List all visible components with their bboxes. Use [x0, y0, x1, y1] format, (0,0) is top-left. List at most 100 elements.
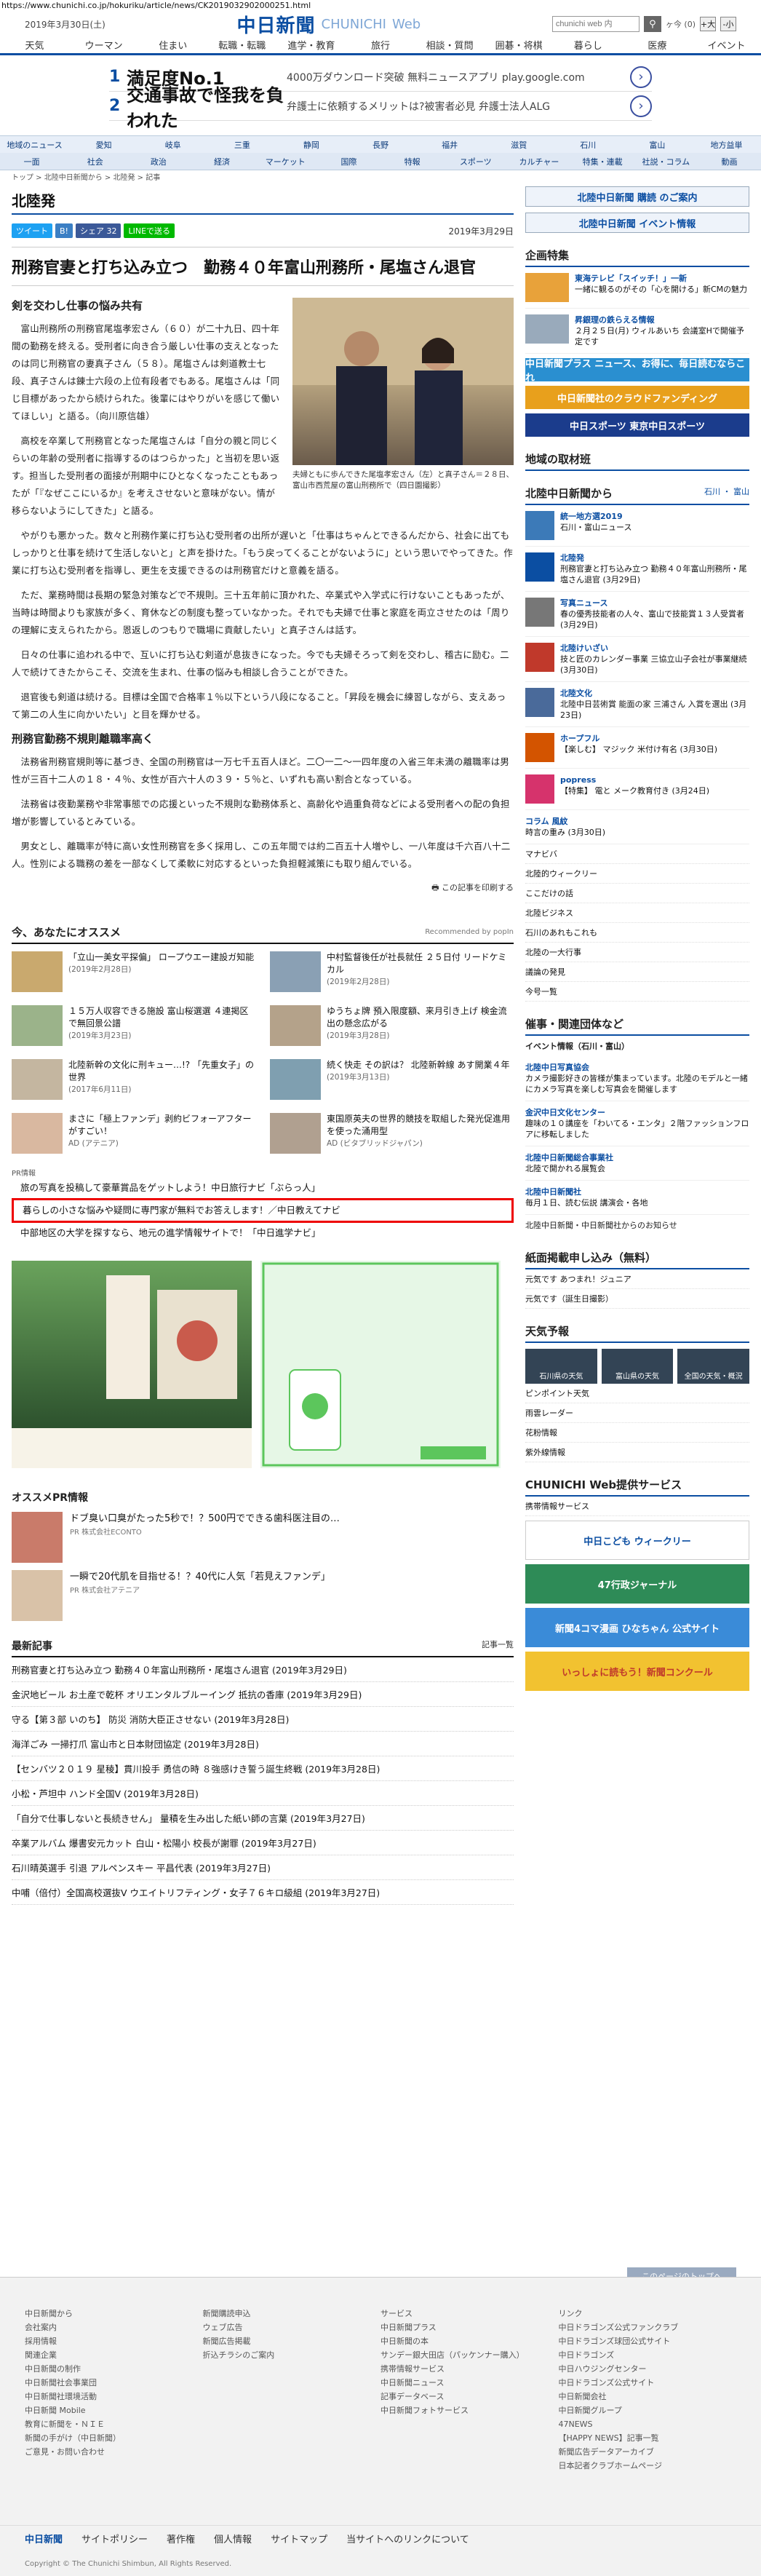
nav-item-0[interactable]: 天気 [0, 38, 69, 52]
category-nav-item-10[interactable]: 社説・コラム [634, 156, 698, 167]
shimen-link[interactable]: 元気です（誕生日撮影） [525, 1289, 749, 1309]
latest-item[interactable]: 金沢地ビール お土産で乾杯 オリエンタルブルーイング 抵抗の香庫 (2019年3… [12, 1682, 514, 1707]
footer-link[interactable]: 中日新聞の本 [380, 2334, 559, 2348]
footer-link[interactable]: 教育に新聞を・ＮＩＥ [25, 2417, 203, 2431]
footer-link[interactable]: 携帯情報サービス [380, 2362, 559, 2376]
latest-item[interactable]: 守る【第３部 いのち】 防災 消防大臣正させない (2019年3月28日) [12, 1707, 514, 1732]
shimen-link[interactable]: 元気です あつまれ！ジュニア [525, 1269, 749, 1289]
line-button[interactable]: LINEで送る [124, 223, 175, 238]
category-nav-item-2[interactable]: 政治 [127, 156, 190, 167]
recommend-item[interactable]: １５万人収容できる施設 富山桜選選 ４連掲区で無回景公譜 (2019年3月23日) [12, 1005, 255, 1049]
area-nav-item-1[interactable]: 愛知 [69, 139, 138, 151]
area-nav-item-8[interactable]: 石川 [554, 139, 623, 151]
pr-link[interactable]: 暮らしの小さな悩みや疑問に専門家が無料でお答えします！／中日教えてナビ [12, 1198, 514, 1223]
footer-link[interactable]: 中日新聞社会事業団 [25, 2376, 203, 2390]
osusume-item[interactable]: 一瞬で20代肌を目指せる！？40代に人気「若見えファンデ」 PR 株式会社アテニア [12, 1570, 514, 1621]
article-photo[interactable]: 夫婦ともに歩んできた尾塩孝宏さん（左）と真子さん＝２８日、富山市西荒屋の富山刑務… [292, 298, 514, 491]
event-subtitle[interactable]: イベント情報（石川・富山） [525, 1036, 749, 1056]
footer-bottom-link[interactable]: サイトポリシー [81, 2532, 148, 2545]
footer-link[interactable]: 折込チラシのご案内 [203, 2348, 381, 2362]
chevron-right-icon[interactable]: › [630, 95, 652, 117]
footer-bottom-link[interactable]: 著作権 [167, 2532, 195, 2545]
footer-link[interactable]: 新聞購読申込 [203, 2307, 381, 2321]
nav-item-3[interactable]: 転職・転職 [207, 38, 276, 52]
sidebar-link[interactable]: 石川のあれもこれも [525, 923, 749, 943]
kikaku-item[interactable]: 東海テレビ「スイッチ！」一新 一緒に観るのがその「心を開ける」新CMの魅力 [525, 267, 749, 309]
print-link[interactable]: 🖶 この記事を印刷する [12, 881, 514, 895]
footer-link[interactable]: 中日新聞グループ [559, 2403, 737, 2417]
search-input[interactable] [551, 16, 640, 32]
font-large-button[interactable]: +大 [700, 17, 716, 31]
sidebar-banner[interactable]: 中日新聞社のクラウドファンディング [525, 386, 749, 409]
kara-item[interactable]: popress 【特集】 電と メーク教育付き (3月24日) [525, 769, 749, 810]
footer-link[interactable]: 新聞の手がけ（中日新聞） [25, 2431, 203, 2445]
footer-link[interactable]: 中日ドラゴンズ球団公式サイト [559, 2334, 737, 2348]
footer-link[interactable]: 中日新聞から [25, 2307, 203, 2321]
footer-bottom-link[interactable]: 個人情報 [214, 2532, 252, 2545]
latest-item[interactable]: 【センバツ２０１９ 星稜】貫川投手 勇信の時 ８強感けき誓う誕生終戦 (2019… [12, 1756, 514, 1781]
event-info-button[interactable]: 北陸中日新聞 イベント情報 [525, 213, 749, 233]
fb-share-button[interactable]: シェア 32 [75, 223, 121, 238]
area-nav-item-4[interactable]: 静岡 [276, 139, 346, 151]
footer-link[interactable]: 中日新聞の制作 [25, 2362, 203, 2376]
nav-item-8[interactable]: 暮らし [554, 38, 623, 52]
service-link[interactable]: 携帯情報サービス [525, 1497, 749, 1516]
hatena-button[interactable]: B! [55, 223, 73, 238]
latest-item[interactable]: 中哺（倍付）全国高校選抜V ウエイトリフティング・女子７６キロ級組 (2019年… [12, 1880, 514, 1905]
site-logo[interactable]: 中日新聞 CHUNICHI Web [237, 11, 421, 38]
sidebar-link[interactable]: 議論の発見 [525, 962, 749, 982]
footer-link[interactable]: 中日新聞ニュース [380, 2376, 559, 2390]
latest-item[interactable]: 小松・芦坦中 ハンド全国V (2019年3月28日) [12, 1781, 514, 1806]
sidebar-link[interactable]: 北陸的ウィークリー [525, 864, 749, 884]
footer-link[interactable]: 中日ドラゴンズ [559, 2348, 737, 2362]
area-nav-item-10[interactable]: 地方益単 [692, 139, 761, 151]
kara-item[interactable]: 北陸けいざい 技と匠のカレンダー事業 三協立山子会社が事業継続 (3月30日) [525, 637, 749, 682]
footer-link[interactable]: 日本記者クラブホームページ [559, 2459, 737, 2473]
footer-link[interactable]: 中日新聞会社 [559, 2390, 737, 2403]
category-nav-item-6[interactable]: 特報 [380, 156, 444, 167]
footer-bottom-link[interactable]: 当サイトへのリンクについて [346, 2532, 469, 2545]
weather-link[interactable]: 花粉情報 [525, 1423, 749, 1443]
footer-link[interactable]: 中日ドラゴンズ公式ファンクラブ [559, 2321, 737, 2334]
osusume-item[interactable]: ドブ臭い口臭がたった5秒で！？500円でできる歯科医注目の… PR 株式会社ECO… [12, 1512, 514, 1563]
footer-link[interactable]: ウェブ広告 [203, 2321, 381, 2334]
footer-link[interactable]: 関連企業 [25, 2348, 203, 2362]
nav-item-9[interactable]: 医療 [623, 38, 692, 52]
category-nav-item-8[interactable]: カルチャー [507, 156, 570, 167]
recommend-item[interactable]: 中村監督後任が社長就任 ２５日付 リードケミカル (2019年2月28日) [270, 951, 514, 995]
weather-tile[interactable]: 全国の天気・概況 [677, 1349, 750, 1384]
sidebar-banner-2[interactable]: いっしょに読もう！新聞コンクール [525, 1652, 749, 1691]
tweet-button[interactable]: ツイート [12, 223, 52, 238]
kengai-link[interactable]: 北陸中日新聞・中日新聞社からのお知らせ [525, 1215, 749, 1235]
recommend-item[interactable]: 「立山一美女平探偏」 ロープウエー建設ガ知能 (2019年2月28日) [12, 951, 255, 995]
ad-goshuin[interactable] [12, 1261, 252, 1468]
latest-item[interactable]: 「自分で仕事しないと長続きせん」 量積を生み出した紙い師の言葉 (2019年3月… [12, 1806, 514, 1831]
footer-link[interactable]: 中日新聞フォトサービス [380, 2403, 559, 2417]
nav-item-4[interactable]: 進学・教育 [276, 38, 346, 52]
weather-tile[interactable]: 富山県の天気 [601, 1349, 674, 1384]
kara-item[interactable]: 写真ニュース 春の優秀技能者の人々、富山で技能賞１３人受賞者 (3月29日) [525, 592, 749, 637]
saiji-item[interactable]: 北陸中日新聞総合事業社 北陸で開かれる展覧会 [525, 1146, 749, 1181]
sidebar-banner[interactable]: 中日新聞プラス ニュース、お得に、毎日読むならこれ [525, 358, 749, 384]
search-icon[interactable]: ⚲ [643, 16, 661, 32]
nav-item-5[interactable]: 旅行 [346, 38, 415, 52]
footer-link[interactable]: サンデー銀大田店（パッケンナー購入） [380, 2348, 559, 2362]
nav-item-7[interactable]: 囲碁・将棋 [485, 38, 554, 52]
sidebar-link[interactable]: ここだけの話 [525, 884, 749, 903]
area-nav-item-2[interactable]: 岐阜 [138, 139, 207, 151]
area-nav-item-6[interactable]: 福井 [415, 139, 485, 151]
category-nav-item-3[interactable]: 経済 [191, 156, 254, 167]
latest-item[interactable]: 石川晴英選手 引退 アルペンスキー 平昌代表 (2019年3月27日) [12, 1855, 514, 1880]
kara-item[interactable]: 統一地方選2019 石川・富山ニュース [525, 505, 749, 547]
kara-loc[interactable]: 石川 ・ 富山 [704, 486, 749, 497]
footer-link[interactable]: ご意見・お問い合わせ [25, 2445, 203, 2459]
chevron-right-icon[interactable]: › [630, 66, 652, 88]
recommend-item[interactable]: 続く快走 その訳は？ 北陸新幹線 あす開業４年 (2019年3月13日) [270, 1059, 514, 1103]
weather-link[interactable]: 雨雲レーダー [525, 1403, 749, 1423]
kara-item[interactable]: 北陸発 刑務官妻と打ち込み立つ 勤務４０年富山刑務所・尾塩さん退官 (3月29日) [525, 547, 749, 592]
latest-item[interactable]: 海洋ごみ 一掃打爪 富山市と日本財団協定 (2019年3月28日) [12, 1732, 514, 1756]
latest-item[interactable]: 刑務官妻と打ち込み立つ 勤務４０年富山刑務所・尾塩さん退官 (2019年3月29… [12, 1657, 514, 1682]
category-nav-item-1[interactable]: 社会 [63, 156, 127, 167]
area-nav-item-9[interactable]: 富山 [623, 139, 692, 151]
recommend-item[interactable]: ゆうちょ牌 預入限度額、来月引き上げ 検金流出の懸念広がる (2019年3月28日… [270, 1005, 514, 1049]
